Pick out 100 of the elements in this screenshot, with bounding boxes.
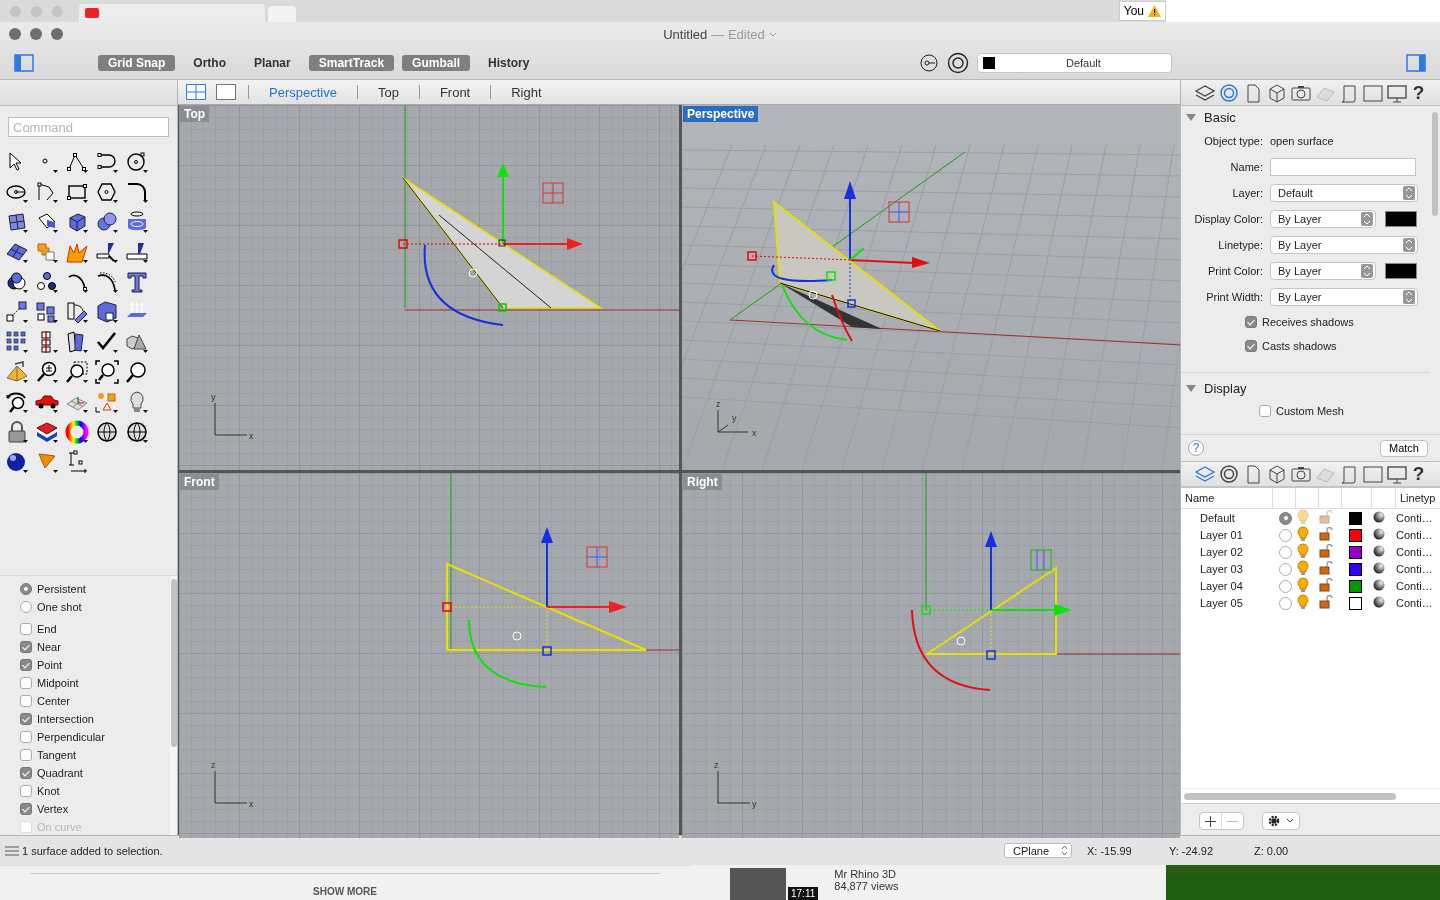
scrollbar-thumb[interactable] [170, 579, 177, 747]
checkbox[interactable] [1259, 405, 1271, 417]
checkbox-label[interactable]: Casts shadows [1262, 340, 1337, 352]
bend-icon[interactable] [65, 330, 89, 354]
padlock-icon[interactable] [1319, 561, 1333, 575]
viewport-title[interactable]: Perspective [683, 106, 759, 122]
radio-button[interactable] [20, 583, 32, 595]
zoom-extents-icon[interactable] [95, 360, 119, 384]
lightbulb-icon[interactable] [1296, 594, 1310, 610]
viewport[interactable]: Top y x [179, 105, 679, 470]
layer-color-swatch[interactable] [1349, 545, 1362, 559]
checkbox[interactable] [20, 803, 32, 815]
dot-grid-icon[interactable] [5, 330, 29, 354]
lightbulb-icon[interactable] [1296, 560, 1310, 576]
checkbox-label[interactable]: Center [37, 695, 71, 707]
surface-points-icon[interactable] [5, 210, 29, 234]
layers-tab-icon[interactable] [1193, 464, 1216, 484]
help-tab[interactable]: ? [1409, 82, 1428, 103]
spheres-icon[interactable] [95, 210, 119, 234]
radio-label[interactable]: Persistent [37, 583, 86, 595]
move-icon[interactable] [5, 300, 29, 324]
toggle-button[interactable]: History [478, 55, 540, 71]
viewport-tab[interactable]: Right [491, 84, 562, 100]
offset-curve-icon[interactable] [95, 270, 119, 294]
toggle-button[interactable]: Grid Snap [98, 55, 176, 71]
puzzle-icon[interactable] [35, 240, 59, 264]
checkbox[interactable] [20, 641, 32, 653]
record-history-icon[interactable] [919, 53, 940, 73]
current-layer-radio[interactable] [1279, 511, 1292, 525]
help-tab[interactable]: ? [1409, 464, 1428, 484]
padlock-icon[interactable] [1319, 527, 1333, 541]
cplane-dropdown[interactable]: CPlane [1004, 843, 1072, 858]
checkbox-label[interactable]: End [37, 623, 57, 635]
toggle-button[interactable]: Gumball [402, 55, 471, 71]
padlock-icon[interactable] [1319, 595, 1333, 609]
layer-name[interactable]: Default [1181, 512, 1273, 524]
material-sphere-icon[interactable] [1372, 561, 1386, 575]
toggle-button[interactable]: Planar [244, 55, 301, 71]
layer-name[interactable]: Layer 05 [1181, 597, 1273, 609]
object-tab-icon[interactable] [1217, 82, 1240, 103]
checkbox[interactable] [20, 677, 32, 689]
curve-icon[interactable] [95, 150, 119, 174]
checkbox[interactable] [1245, 340, 1257, 352]
rotate-view-icon[interactable] [5, 390, 29, 414]
zoom-in-icon[interactable] [35, 360, 59, 384]
text-object-icon[interactable] [125, 270, 149, 294]
checkbox-label[interactable]: Midpoint [37, 677, 79, 689]
select-dropdown[interactable]: Default [1270, 184, 1418, 202]
layer-name[interactable]: Layer 02 [1181, 546, 1273, 558]
disclosure-triangle-icon[interactable] [1186, 112, 1196, 122]
select-dropdown[interactable]: By Layer [1270, 288, 1418, 306]
lightbulb-icon[interactable] [1296, 577, 1310, 593]
viewport-tab[interactable]: Top [357, 84, 419, 100]
viewport[interactable]: Perspective z y x [682, 105, 1180, 470]
current-layer-radio[interactable] [1279, 579, 1292, 593]
checkmark-icon[interactable] [95, 330, 119, 354]
color-swatch[interactable] [1385, 211, 1417, 227]
split-icon[interactable] [95, 240, 119, 264]
zoom-window-icon[interactable] [65, 360, 89, 384]
frame-tab-icon[interactable] [1361, 464, 1384, 484]
select-dropdown[interactable]: By Layer [1270, 262, 1376, 280]
fillet-icon[interactable] [125, 180, 149, 204]
checkbox[interactable] [20, 659, 32, 671]
material-sphere-icon[interactable] [1372, 510, 1386, 524]
column-header[interactable]: Name [1181, 488, 1273, 508]
trim-icon[interactable] [125, 240, 149, 264]
help-button[interactable]: ? [1188, 440, 1204, 456]
minimize-button[interactable] [30, 28, 42, 40]
current-layer-radio[interactable] [1279, 528, 1292, 542]
material-sphere-icon[interactable] [1372, 578, 1386, 592]
layer-name[interactable]: Layer 04 [1181, 580, 1273, 592]
disclosure-triangle-icon[interactable] [1186, 383, 1196, 393]
checkbox-label[interactable]: Tangent [37, 749, 77, 761]
viewport[interactable]: Front z x [179, 473, 679, 838]
layer-row[interactable]: Default Conti… [1181, 509, 1440, 526]
checkbox-label[interactable]: Perpendicular [37, 731, 105, 743]
current-layer-radio[interactable] [1279, 596, 1292, 610]
close-button[interactable] [9, 28, 21, 40]
scrollbar-thumb[interactable] [1432, 112, 1438, 216]
frame-tab-icon[interactable] [1361, 82, 1384, 103]
select-dropdown[interactable]: By Layer [1270, 210, 1376, 228]
select-dropdown[interactable]: By Layer [1270, 236, 1418, 254]
layer-color-swatch[interactable] [1349, 528, 1362, 542]
checkbox-label[interactable]: Point [37, 659, 63, 671]
layer-row[interactable]: Layer 01 Conti… [1181, 526, 1440, 543]
pyramid-icon[interactable] [5, 360, 29, 384]
single-viewport-layout-icon[interactable] [216, 84, 236, 100]
column-header[interactable]: Linetyp [1396, 488, 1440, 508]
scrollbar-thumb[interactable] [1184, 792, 1396, 800]
layer-color-swatch[interactable] [1349, 596, 1362, 610]
layer-name[interactable]: Layer 03 [1181, 563, 1273, 575]
toggle-button[interactable]: Ortho [183, 55, 236, 71]
checkbox-label[interactable]: Intersection [37, 713, 94, 725]
boolean-icon[interactable] [5, 270, 29, 294]
radio-button[interactable] [20, 601, 32, 613]
checkbox-label[interactable]: Vertex [37, 803, 69, 815]
target-icon[interactable] [947, 52, 970, 74]
layer-color-swatch[interactable] [1349, 579, 1362, 593]
cut-box-icon[interactable] [95, 300, 119, 324]
name-field[interactable] [1270, 158, 1416, 176]
